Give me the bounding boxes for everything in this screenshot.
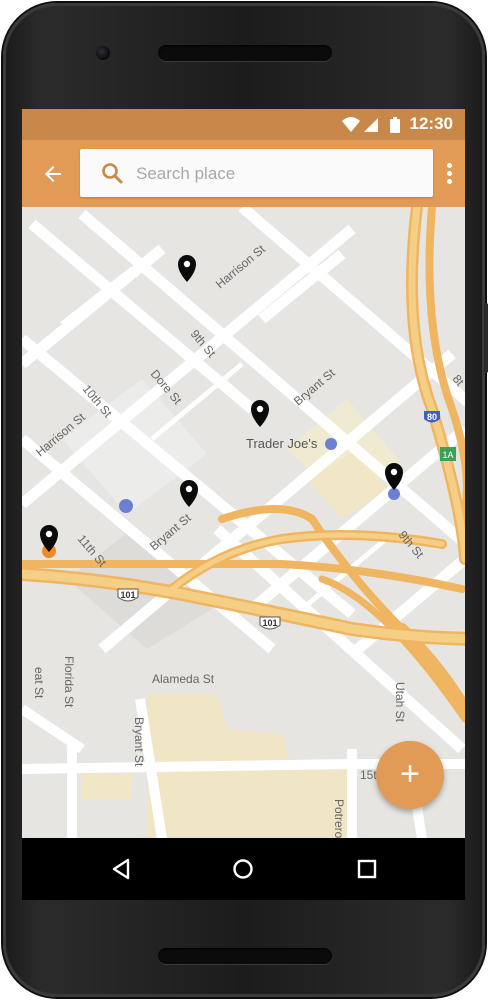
front-camera — [96, 46, 110, 60]
svg-text:101: 101 — [262, 618, 277, 628]
street-label: Alameda St — [152, 672, 215, 686]
bottom-speaker — [158, 948, 332, 964]
search-icon — [102, 163, 123, 184]
street-label: Florida St — [62, 656, 76, 708]
home-nav-icon[interactable] — [228, 854, 258, 884]
app-bar — [22, 140, 465, 207]
street-label: Potrero — [332, 799, 346, 839]
wifi-icon — [342, 117, 360, 132]
status-bar: 12:30 — [22, 109, 465, 140]
signal-icon — [364, 118, 378, 132]
street-label: 15t — [360, 768, 377, 782]
add-place-button[interactable]: + — [376, 741, 444, 809]
street-label: Bryant St — [132, 717, 146, 767]
status-icons — [342, 117, 400, 133]
navigation-bar — [22, 838, 465, 900]
recents-nav-icon[interactable] — [352, 854, 382, 884]
svg-text:80: 80 — [427, 412, 437, 422]
svg-text:101: 101 — [120, 590, 135, 600]
store-poi-icon — [119, 499, 133, 513]
battery-icon — [390, 117, 400, 133]
svg-text:1A: 1A — [442, 450, 453, 460]
earpiece-speaker — [158, 45, 332, 61]
search-box[interactable] — [80, 149, 433, 197]
street-label: eat St — [32, 667, 46, 699]
search-input[interactable] — [134, 161, 418, 187]
overflow-menu-icon[interactable] — [441, 160, 457, 188]
shopping-cart-icon — [325, 438, 337, 450]
street-label: Utah St — [393, 682, 407, 723]
back-arrow-icon[interactable] — [40, 162, 66, 186]
status-time: 12:30 — [409, 114, 453, 133]
back-nav-icon[interactable] — [106, 854, 136, 884]
volume-button — [484, 303, 488, 373]
place-label[interactable]: Trader Joe's — [246, 436, 318, 451]
